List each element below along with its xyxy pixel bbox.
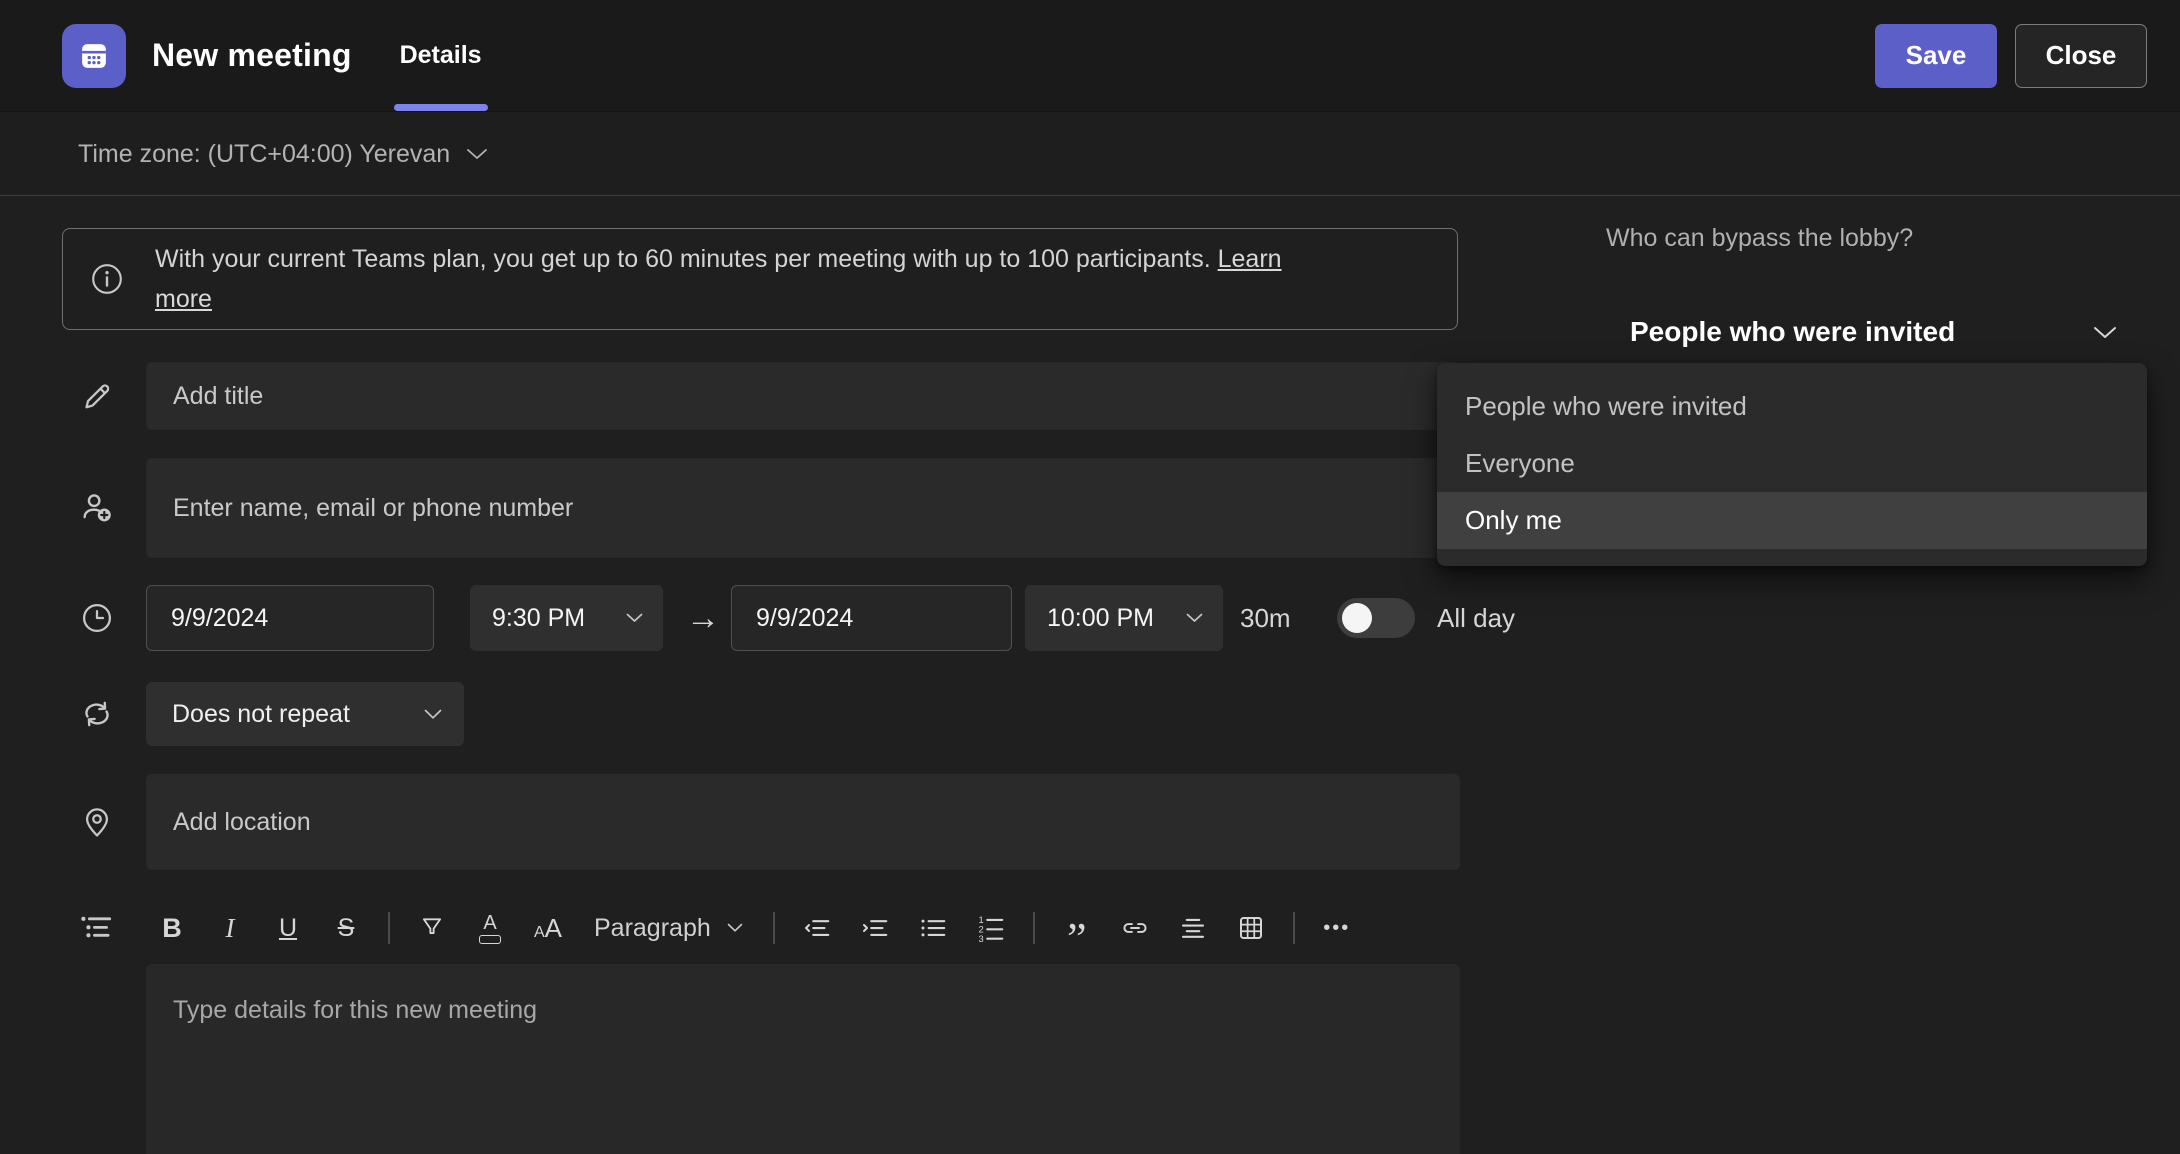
chevron-down-icon <box>727 923 743 933</box>
bullet-list-button[interactable] <box>907 902 959 954</box>
meeting-details-editor[interactable]: Type details for this new meeting <box>146 964 1460 1154</box>
lobby-question-label: Who can bypass the lobby? <box>1606 224 1913 253</box>
page-title: New meeting <box>152 37 352 74</box>
font-color-icon: A <box>479 913 501 944</box>
plan-info-banner: With your current Teams plan, you get up… <box>62 228 1458 330</box>
menu-item-only-me[interactable]: Only me <box>1437 492 2147 549</box>
location-placeholder: Add location <box>173 808 311 837</box>
save-button-label: Save <box>1906 40 1967 71</box>
highlight-button[interactable] <box>406 902 458 954</box>
all-day-toggle[interactable] <box>1337 598 1415 638</box>
underline-button[interactable]: U <box>262 902 314 954</box>
toolbar-divider <box>1033 912 1035 944</box>
details-placeholder: Type details for this new meeting <box>173 996 537 1024</box>
font-size-button[interactable]: A A <box>522 902 574 954</box>
outdent-button[interactable] <box>791 902 843 954</box>
close-button-label: Close <box>2046 40 2117 71</box>
location-input[interactable]: Add location <box>146 774 1460 870</box>
numbered-list-icon: 1 2 3 <box>976 914 1006 942</box>
toolbar-divider <box>773 912 775 944</box>
repeat-dropdown[interactable]: Does not repeat <box>146 682 464 746</box>
tab-active-indicator <box>394 104 488 111</box>
info-icon <box>89 261 125 297</box>
tab-details-label: Details <box>400 41 482 70</box>
title-placeholder: Add title <box>173 382 263 411</box>
new-meeting-dialog: New meeting Details Save Close Time zone… <box>0 0 2180 1154</box>
quote-button[interactable]: ” <box>1051 902 1103 954</box>
end-date-value: 9/9/2024 <box>756 604 853 633</box>
header: New meeting Details Save Close <box>0 0 2180 112</box>
pencil-icon <box>77 376 117 416</box>
person-add-icon <box>77 488 117 528</box>
paragraph-style-dropdown[interactable]: Paragraph <box>580 902 757 954</box>
highlighter-icon <box>417 913 447 943</box>
menu-item-people-invited[interactable]: People who were invited <box>1437 378 2147 435</box>
calendar-app-icon <box>62 24 126 88</box>
timezone-bar: Time zone: (UTC+04:00) Yerevan <box>0 113 2180 196</box>
calendar-glyph <box>75 37 113 75</box>
toggle-knob <box>1342 603 1372 633</box>
indent-icon <box>860 915 890 941</box>
more-options-button[interactable]: ••• <box>1311 902 1363 954</box>
align-center-icon <box>1178 915 1208 941</box>
bold-button[interactable]: B <box>146 902 198 954</box>
location-pin-icon <box>77 802 117 842</box>
chevron-down-icon <box>626 613 643 623</box>
paragraph-label: Paragraph <box>594 914 711 943</box>
bullet-list-icon <box>918 915 948 941</box>
indent-button[interactable] <box>849 902 901 954</box>
plan-info-text: With your current Teams plan, you get up… <box>155 239 1335 319</box>
start-date-input[interactable]: 9/9/2024 <box>146 585 434 651</box>
arrow-right-icon: → <box>678 585 728 651</box>
start-time-value: 9:30 PM <box>492 604 585 633</box>
table-icon <box>1236 913 1266 943</box>
numbered-list-button[interactable]: 1 2 3 <box>965 902 1017 954</box>
insert-table-button[interactable] <box>1225 902 1277 954</box>
attendees-placeholder: Enter name, email or phone number <box>173 494 573 523</box>
end-time-value: 10:00 PM <box>1047 604 1154 633</box>
duration-label: 30m <box>1240 585 1291 651</box>
chevron-down-icon <box>424 709 442 720</box>
end-time-dropdown[interactable]: 10:00 PM <box>1025 585 1223 651</box>
agenda-list-icon <box>77 908 117 948</box>
repeat-value: Does not repeat <box>172 700 350 729</box>
link-icon <box>1119 915 1151 941</box>
clock-icon <box>77 598 117 638</box>
strikethrough-button[interactable]: S <box>320 902 372 954</box>
outdent-icon <box>802 915 832 941</box>
link-button[interactable] <box>1109 902 1161 954</box>
tab-details[interactable]: Details <box>396 0 486 112</box>
chevron-down-icon <box>466 148 488 160</box>
timezone-selector[interactable]: Time zone: (UTC+04:00) Yerevan <box>78 140 450 169</box>
rich-text-toolbar: B I U S A A A Paragraph <box>146 895 1460 961</box>
title-input[interactable]: Add title <box>146 362 1460 430</box>
attendees-input[interactable]: Enter name, email or phone number <box>146 458 1460 558</box>
menu-item-everyone[interactable]: Everyone <box>1437 435 2147 492</box>
save-button[interactable]: Save <box>1875 24 1997 88</box>
close-button[interactable]: Close <box>2015 24 2147 88</box>
toolbar-divider <box>1293 912 1295 944</box>
all-day-label: All day <box>1437 585 1515 651</box>
start-time-dropdown[interactable]: 9:30 PM <box>470 585 663 651</box>
italic-button[interactable]: I <box>204 902 256 954</box>
lobby-dropdown[interactable]: People who were invited <box>1606 302 2147 362</box>
repeat-icon <box>77 694 117 734</box>
end-date-input[interactable]: 9/9/2024 <box>731 585 1012 651</box>
lobby-dropdown-value: People who were invited <box>1630 316 1955 348</box>
chevron-down-icon <box>2093 326 2117 339</box>
start-date-value: 9/9/2024 <box>171 604 268 633</box>
toolbar-divider <box>388 912 390 944</box>
plan-info-message: With your current Teams plan, you get up… <box>155 245 1211 273</box>
align-button[interactable] <box>1167 902 1219 954</box>
svg-text:3: 3 <box>978 934 983 942</box>
font-color-button[interactable]: A <box>464 902 516 954</box>
chevron-down-icon <box>1186 613 1203 623</box>
font-size-icon: A A <box>534 915 562 941</box>
lobby-options-menu: People who were invited Everyone Only me <box>1437 363 2147 566</box>
